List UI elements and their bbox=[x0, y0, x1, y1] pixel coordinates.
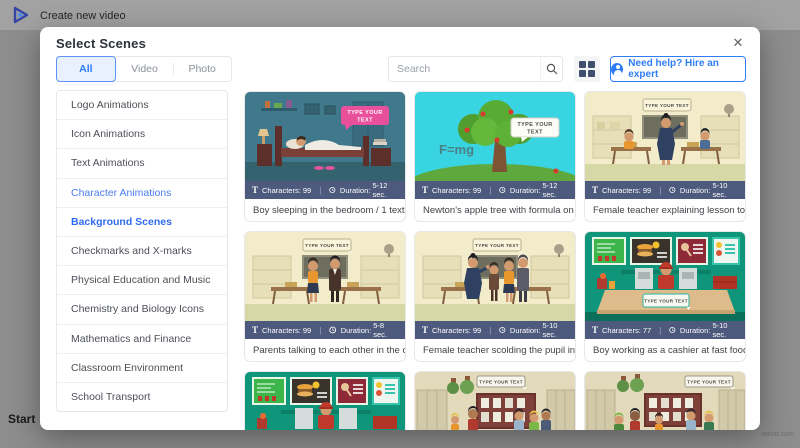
clock-icon bbox=[669, 326, 676, 334]
sidebar-item-character-animations[interactable]: Character Animations bbox=[57, 179, 227, 208]
category-sidebar: Logo Animations Icon Animations Text Ani… bbox=[56, 90, 228, 412]
scene-card-parents-talking[interactable]: TYPE YOUR TEXT T Characters: 99 | Durati… bbox=[244, 231, 406, 362]
scene-info-bar: T Characters: 77 | Duration: 5-10 sec. bbox=[585, 321, 745, 339]
app-logo-icon bbox=[13, 6, 29, 24]
sidebar-item-icon-animations[interactable]: Icon Animations bbox=[57, 120, 227, 150]
sidebar-item-classroom-environment[interactable]: Classroom Environment bbox=[57, 354, 227, 383]
scene-info-bar: T Characters: 99 | Duration: 5-10 sec. bbox=[415, 321, 575, 339]
scene-thumbnail-teacher-scolding: TYPE YOUR TEXT bbox=[415, 232, 575, 321]
characters-value: 99 bbox=[302, 185, 312, 195]
page-title: Create new video bbox=[40, 10, 126, 22]
scene-caption: Female teacher explaining lesson to pupi… bbox=[593, 205, 745, 216]
scene-thumbnail-apple-tree: F=mg TYPE YOUR TEXT bbox=[415, 92, 575, 181]
svg-text:TYPE YOUR TEXT: TYPE YOUR TEXT bbox=[475, 243, 519, 248]
svg-text:TEXT: TEXT bbox=[527, 130, 543, 136]
search-box bbox=[388, 56, 563, 82]
tab-video[interactable]: Video bbox=[116, 57, 174, 81]
select-scenes-modal: Select Scenes ✕ All Video Photo Need hel… bbox=[40, 27, 760, 430]
scene-card-teacher-explaining[interactable]: TYPE YOUR TEXT T Characters: 99 | Durati… bbox=[584, 91, 746, 222]
scene-caption: Parents talking to each other in the cla… bbox=[253, 345, 405, 356]
sidebar-item-chemistry-biology[interactable]: Chemistry and Biology Icons bbox=[57, 295, 227, 325]
scene-thumbnail-bedroom: TYPE YOUR TEXT bbox=[245, 92, 405, 181]
hire-expert-button[interactable]: Need help? Hire an expert bbox=[610, 56, 746, 82]
scene-caption: Newton's apple tree with formula on the … bbox=[423, 205, 575, 216]
sidebar-item-logo-animations[interactable]: Logo Animations bbox=[57, 91, 227, 121]
scene-thumbnail-hallway-2: TYPE YOUR TEXT bbox=[585, 372, 745, 430]
svg-text:TYPE YOUR TEXT: TYPE YOUR TEXT bbox=[687, 380, 731, 385]
scene-card-apple-tree[interactable]: F=mg TYPE YOUR TEXT T Characters: 99 | D… bbox=[414, 91, 576, 222]
search-input[interactable] bbox=[389, 63, 540, 75]
scene-caption: Boy sleeping in the bedroom / 1 text hol… bbox=[253, 205, 405, 216]
hire-expert-label: Need help? Hire an expert bbox=[628, 58, 719, 80]
svg-text:TYPE YOUR TEXT: TYPE YOUR TEXT bbox=[645, 103, 689, 108]
scene-thumbnail-teacher-explaining: TYPE YOUR TEXT bbox=[585, 92, 745, 181]
scene-card-hallway-2[interactable]: TYPE YOUR TEXT bbox=[584, 371, 746, 430]
scene-info-bar: T Characters: 99 | Duration: 5-12 sec. bbox=[245, 181, 405, 199]
duration-value: 5-12 sec. bbox=[372, 181, 388, 199]
scene-info-bar: T Characters: 99 | Duration: 5-8 sec. bbox=[245, 321, 405, 339]
formula-text: F=mg bbox=[439, 142, 474, 157]
sidebar-item-background-scenes[interactable]: Background Scenes bbox=[57, 208, 227, 237]
scene-grid: TYPE YOUR TEXT T Characters: 99 | Durati… bbox=[244, 91, 746, 430]
clock-icon bbox=[499, 326, 506, 334]
modal-title: Select Scenes bbox=[56, 36, 147, 51]
close-icon[interactable]: ✕ bbox=[728, 33, 748, 53]
search-icon[interactable] bbox=[540, 57, 562, 81]
sidebar-item-checkmarks[interactable]: Checkmarks and X-marks bbox=[57, 237, 227, 267]
clock-icon bbox=[669, 186, 676, 194]
characters-label: Characters: bbox=[262, 185, 301, 195]
svg-text:TYPE YOUR: TYPE YOUR bbox=[347, 110, 382, 116]
scene-type-tabs: All Video Photo bbox=[56, 56, 232, 82]
grid-view-icon[interactable] bbox=[574, 56, 600, 82]
svg-text:TYPE YOUR TEXT: TYPE YOUR TEXT bbox=[644, 299, 688, 304]
scene-info-bar: T Characters: 99 | Duration: 5-12 sec. bbox=[415, 181, 575, 199]
scene-thumbnail-fastfood-2 bbox=[245, 372, 405, 430]
start-label: Start bbox=[8, 412, 36, 426]
scene-thumbnail-fastfood-cashier: TYPE YOUR TEXT bbox=[585, 232, 745, 321]
clock-icon bbox=[499, 186, 506, 194]
sidebar-item-physical-education[interactable]: Physical Education and Music bbox=[57, 266, 227, 296]
scene-card-teacher-scolding[interactable]: TYPE YOUR TEXT T Characters: 99 | Durati… bbox=[414, 231, 576, 362]
scene-caption: Female teacher scolding the pupil in fro… bbox=[423, 345, 575, 356]
scene-card-fastfood-cashier[interactable]: TYPE YOUR TEXT T Characters: 77 | Durati… bbox=[584, 231, 746, 362]
scene-thumbnail-parents-talking: TYPE YOUR TEXT bbox=[245, 232, 405, 321]
watermark: witvid.com bbox=[761, 431, 794, 438]
duration-label: Duration: bbox=[339, 185, 371, 195]
sidebar-item-mathematics-finance[interactable]: Mathematics and Finance bbox=[57, 325, 227, 354]
scene-card-bedroom[interactable]: TYPE YOUR TEXT T Characters: 99 | Durati… bbox=[244, 91, 406, 222]
scene-info-bar: T Characters: 99 | Duration: 5-10 sec. bbox=[585, 181, 745, 199]
scene-caption: Boy working as a cashier at fast food re… bbox=[593, 345, 745, 356]
svg-text:TYPE YOUR TEXT: TYPE YOUR TEXT bbox=[479, 380, 523, 385]
sidebar-item-text-animations[interactable]: Text Animations bbox=[57, 149, 227, 179]
tab-photo[interactable]: Photo bbox=[173, 57, 231, 81]
scene-card-fastfood-2[interactable] bbox=[244, 371, 406, 430]
clock-icon bbox=[329, 186, 336, 194]
clock-icon bbox=[329, 326, 337, 334]
text-icon: T bbox=[252, 185, 259, 195]
scene-card-hallway[interactable]: TYPE YOUR TEXT bbox=[414, 371, 576, 430]
app-topbar: Create new video bbox=[0, 0, 800, 30]
tab-all[interactable]: All bbox=[56, 56, 116, 82]
scene-thumbnail-hallway: TYPE YOUR TEXT bbox=[415, 372, 575, 430]
svg-text:TYPE YOUR TEXT: TYPE YOUR TEXT bbox=[305, 243, 349, 248]
person-icon bbox=[611, 62, 624, 76]
sidebar-item-school-transport[interactable]: School Transport bbox=[57, 383, 227, 411]
svg-text:TEXT: TEXT bbox=[357, 118, 373, 124]
svg-text:TYPE YOUR: TYPE YOUR bbox=[517, 122, 552, 128]
